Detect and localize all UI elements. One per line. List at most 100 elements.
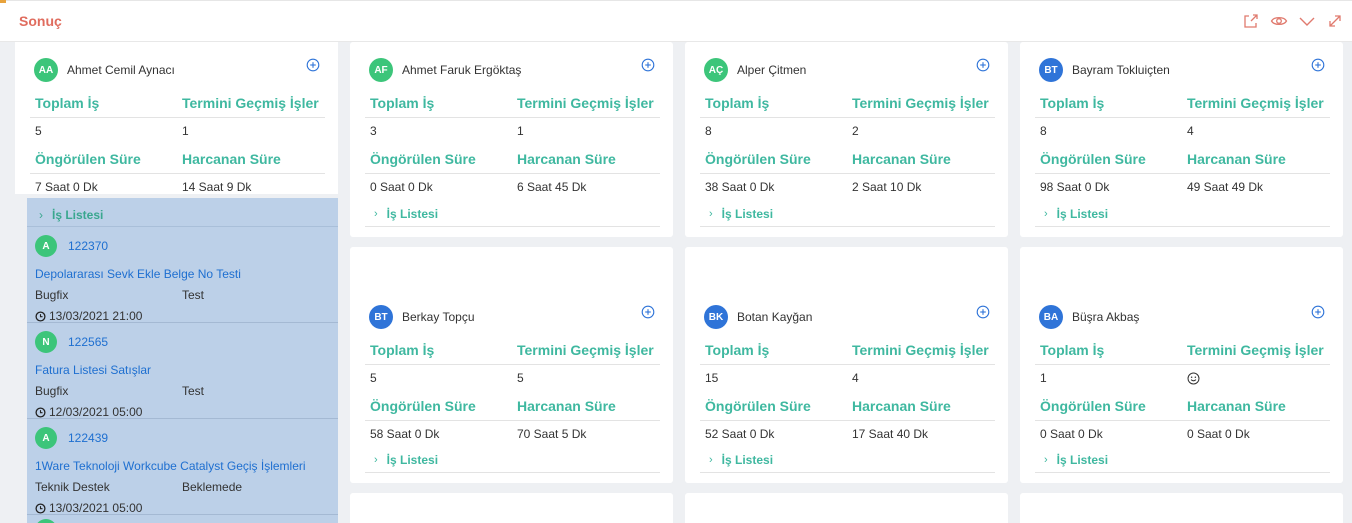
add-task-icon[interactable] [641, 58, 655, 72]
task-category: Bugfix [35, 384, 69, 398]
divider [1035, 173, 1330, 174]
export-icon[interactable] [1242, 12, 1260, 30]
person-name: Botan Kayğan [737, 310, 813, 324]
spent-label: Harcanan Süre [517, 398, 616, 414]
content-area: AA Ahmet Cemil Aynacı Toplam İş Termini … [0, 42, 1352, 523]
avatar: BA [1039, 305, 1063, 329]
total-label: Toplam İş [1040, 342, 1105, 358]
person-header: AA Ahmet Cemil Aynacı [34, 58, 175, 82]
spent-value: 0 Saat 0 Dk [1187, 427, 1250, 441]
chevron-right-icon: › [1044, 208, 1048, 220]
eye-icon[interactable] [1270, 12, 1288, 30]
task-date: 13/03/2021 05:00 [35, 501, 142, 515]
person-card: BT Berkay Topçu Toplam İş Termini Geçmiş… [350, 247, 673, 483]
add-task-icon[interactable] [306, 58, 320, 72]
task-id-link[interactable]: 122370 [68, 239, 108, 253]
total-label: Toplam İş [705, 342, 770, 358]
task-list-label: İş Listesi [1056, 207, 1109, 221]
spent-value: 49 Saat 49 Dk [1187, 180, 1264, 194]
person-card [1020, 493, 1343, 523]
task-list-toggle[interactable]: › İş Listesi [374, 448, 438, 472]
estimated-label: Öngörülen Süre [705, 398, 811, 414]
task-list-toggle[interactable]: › İş Listesi [1044, 448, 1108, 472]
clock-icon [35, 407, 46, 418]
person-header: BA Büşra Akbaş [1039, 305, 1139, 329]
estimated-value: 38 Saat 0 Dk [705, 180, 775, 194]
chevron-right-icon: › [39, 207, 43, 222]
person-card: BA Büşra Akbaş Toplam İş Termini Geçmiş … [1020, 247, 1343, 483]
chevron-down-icon[interactable] [1298, 12, 1316, 30]
clock-icon [35, 503, 46, 514]
task-list-panel: › İş Listesi A 122370 Depolararası Sevk … [27, 198, 338, 523]
overdue-value: 1 [517, 124, 524, 138]
page-title: Sonuç [19, 13, 62, 29]
divider [1035, 472, 1330, 473]
divider [365, 173, 660, 174]
avatar: N [35, 331, 57, 353]
estimated-value: 0 Saat 0 Dk [1040, 427, 1103, 441]
add-task-icon[interactable] [976, 305, 990, 319]
total-value: 8 [1040, 124, 1047, 138]
person-card: BT Bayram Tokluiçten Toplam İş Termini G… [1020, 42, 1343, 237]
avatar: A [35, 235, 57, 257]
avatar: AÇ [704, 58, 728, 82]
avatar: BK [704, 305, 728, 329]
overdue-value: 4 [852, 371, 859, 385]
chevron-right-icon: › [1044, 454, 1048, 466]
task-list-toggle[interactable]: › İş Listesi [27, 203, 338, 227]
add-task-icon[interactable] [1311, 305, 1325, 319]
spent-label: Harcanan Süre [1187, 398, 1286, 414]
divider [30, 117, 325, 118]
task-list-toggle[interactable]: › İş Listesi [709, 202, 773, 226]
task-date-text: 13/03/2021 05:00 [49, 501, 143, 515]
divider [365, 364, 660, 365]
avatar [35, 519, 57, 523]
smiley-icon [1187, 372, 1200, 385]
divider [700, 420, 995, 421]
divider [700, 472, 995, 473]
total-label: Toplam İş [370, 342, 435, 358]
task-list-toggle[interactable]: › İş Listesi [709, 448, 773, 472]
total-label: Toplam İş [1040, 95, 1105, 111]
task-id-link[interactable]: 122439 [68, 431, 108, 445]
task-status: Beklemede [182, 480, 243, 494]
estimated-label: Öngörülen Süre [370, 398, 476, 414]
task-title-link[interactable]: Depolararası Sevk Ekle Belge No Testi [35, 267, 241, 281]
task-list-toggle[interactable]: › İş Listesi [1044, 202, 1108, 226]
task-item[interactable]: N 122565 Fatura Listesi Satışlar Bugfix … [27, 323, 338, 419]
person-header: BT Bayram Tokluiçten [1039, 58, 1170, 82]
overdue-label: Termini Geçmiş İşler [1187, 95, 1324, 111]
divider [1035, 117, 1330, 118]
task-list-label: İş Listesi [386, 453, 439, 467]
total-value: 5 [35, 124, 42, 138]
result-header: Sonuç [0, 4, 1352, 42]
expand-icon[interactable] [1326, 12, 1344, 30]
task-item[interactable]: A 122370 Depolararası Sevk Ekle Belge No… [27, 227, 338, 323]
spent-value: 14 Saat 9 Dk [182, 180, 252, 194]
task-item[interactable]: A 122439 1Ware Teknoloji Workcube Cataly… [27, 419, 338, 515]
spent-value: 2 Saat 10 Dk [852, 180, 922, 194]
total-label: Toplam İş [370, 95, 435, 111]
avatar: AF [369, 58, 393, 82]
task-list-toggle[interactable]: › İş Listesi [374, 202, 438, 226]
add-task-icon[interactable] [1311, 58, 1325, 72]
task-list-label: İş Listesi [721, 453, 774, 467]
add-task-icon[interactable] [976, 58, 990, 72]
person-name: Ahmet Cemil Aynacı [67, 63, 175, 77]
task-title-link[interactable]: 1Ware Teknoloji Workcube Catalyst Geçiş … [35, 459, 306, 473]
overdue-label: Termini Geçmiş İşler [517, 342, 654, 358]
person-card: AF Ahmet Faruk Ergöktaş Toplam İş Termin… [350, 42, 673, 237]
spent-label: Harcanan Süre [1187, 151, 1286, 167]
spent-value: 17 Saat 40 Dk [852, 427, 929, 441]
person-header: BK Botan Kayğan [704, 305, 812, 329]
avatar: A [35, 427, 57, 449]
task-title-link[interactable]: Fatura Listesi Satışlar [35, 363, 151, 377]
add-task-icon[interactable] [641, 305, 655, 319]
total-value: 3 [370, 124, 377, 138]
estimated-label: Öngörülen Süre [705, 151, 811, 167]
estimated-value: 7 Saat 0 Dk [35, 180, 98, 194]
divider [1035, 364, 1330, 365]
person-name: Berkay Topçu [402, 310, 475, 324]
overdue-label: Termini Geçmiş İşler [1187, 342, 1324, 358]
task-id-link[interactable]: 122565 [68, 335, 108, 349]
